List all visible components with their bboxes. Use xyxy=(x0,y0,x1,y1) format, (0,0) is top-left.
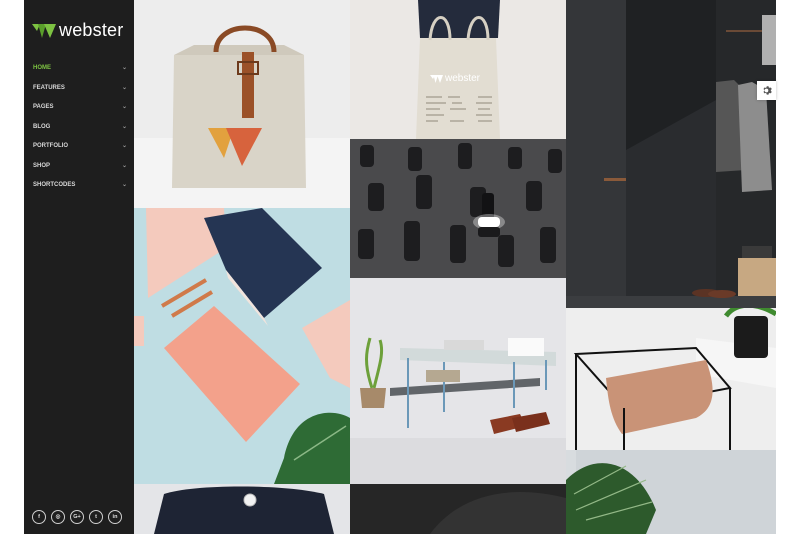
chevron-down-icon: ⌄ xyxy=(121,104,127,110)
main-nav: HOME ⌄ FEATURES ⌄ PAGES ⌄ BLOG ⌄ PORTFOL… xyxy=(33,61,127,198)
nav-item-label: PAGES xyxy=(33,104,54,110)
logo-text: webster xyxy=(59,20,124,40)
tile-image xyxy=(134,0,350,208)
portfolio-tile-tote[interactable]: webster xyxy=(350,0,566,139)
chevron-down-icon: ⌄ xyxy=(121,182,127,188)
tile-image xyxy=(350,0,566,139)
settings-button[interactable] xyxy=(757,81,776,100)
nav-item-label: HOME xyxy=(33,65,51,71)
tile-image xyxy=(566,450,776,534)
nav-item-blog[interactable]: BLOG ⌄ xyxy=(33,120,127,140)
sidebar: webster HOME ⌄ FEATURES ⌄ PAGES ⌄ BLOG ⌄… xyxy=(24,0,134,534)
chevron-down-icon: ⌄ xyxy=(121,143,127,149)
nav-item-shortcodes[interactable]: SHORTCODES ⌄ xyxy=(33,178,127,198)
chevron-down-icon: ⌄ xyxy=(121,123,127,130)
chevron-down-icon: ⌄ xyxy=(121,162,127,169)
google-plus-icon[interactable]: G+ xyxy=(70,510,84,524)
tote-print: webster xyxy=(430,73,480,84)
social-links: f ◎ G+ t in xyxy=(32,510,122,524)
tile-image xyxy=(134,208,350,484)
instagram-icon[interactable]: ◎ xyxy=(51,510,65,524)
tile-image xyxy=(350,484,566,534)
chevron-down-icon: ⌄ xyxy=(121,84,127,91)
nav-item-label: SHORTCODES xyxy=(33,182,76,188)
logo[interactable]: webster xyxy=(32,20,123,41)
portfolio-tile-bag[interactable] xyxy=(134,0,350,208)
portfolio-tile-fabric[interactable] xyxy=(350,484,566,534)
nav-item-portfolio[interactable]: PORTFOLIO ⌄ xyxy=(33,139,127,159)
tile-image xyxy=(350,139,566,278)
logo-mark-icon xyxy=(32,23,56,38)
tile-image xyxy=(566,0,776,308)
tile-image xyxy=(134,484,350,534)
linkedin-icon[interactable]: in xyxy=(108,510,122,524)
nav-item-label: BLOG xyxy=(33,123,51,130)
tote-brand-text: webster xyxy=(445,73,481,84)
portfolio-tile-wardrobe[interactable] xyxy=(566,0,776,308)
facebook-icon[interactable]: f xyxy=(32,510,46,524)
portfolio-tile-person[interactable] xyxy=(134,484,350,534)
portfolio-tile-palm[interactable] xyxy=(566,450,776,534)
portfolio-tile-copper-rack[interactable] xyxy=(566,308,776,450)
portfolio-tile-stationery[interactable] xyxy=(134,208,350,484)
nav-item-label: SHOP xyxy=(33,162,51,169)
gear-icon xyxy=(763,86,772,95)
twitter-icon[interactable]: t xyxy=(89,510,103,524)
portfolio-tile-glass-table[interactable] xyxy=(350,278,566,484)
tile-image xyxy=(350,278,566,484)
portfolio-tile-lamps[interactable] xyxy=(350,139,566,278)
nav-item-label: FEATURES xyxy=(33,84,65,91)
nav-item-features[interactable]: FEATURES ⌄ xyxy=(33,81,127,101)
nav-item-shop[interactable]: SHOP ⌄ xyxy=(33,159,127,179)
logo-mark-icon xyxy=(430,74,443,83)
tile-image xyxy=(566,308,776,450)
chevron-down-icon: ⌄ xyxy=(121,65,127,71)
page-frame: webster HOME ⌄ FEATURES ⌄ PAGES ⌄ BLOG ⌄… xyxy=(24,0,776,534)
nav-item-home[interactable]: HOME ⌄ xyxy=(33,61,127,81)
nav-item-pages[interactable]: PAGES ⌄ xyxy=(33,100,127,120)
nav-item-label: PORTFOLIO xyxy=(33,143,68,149)
